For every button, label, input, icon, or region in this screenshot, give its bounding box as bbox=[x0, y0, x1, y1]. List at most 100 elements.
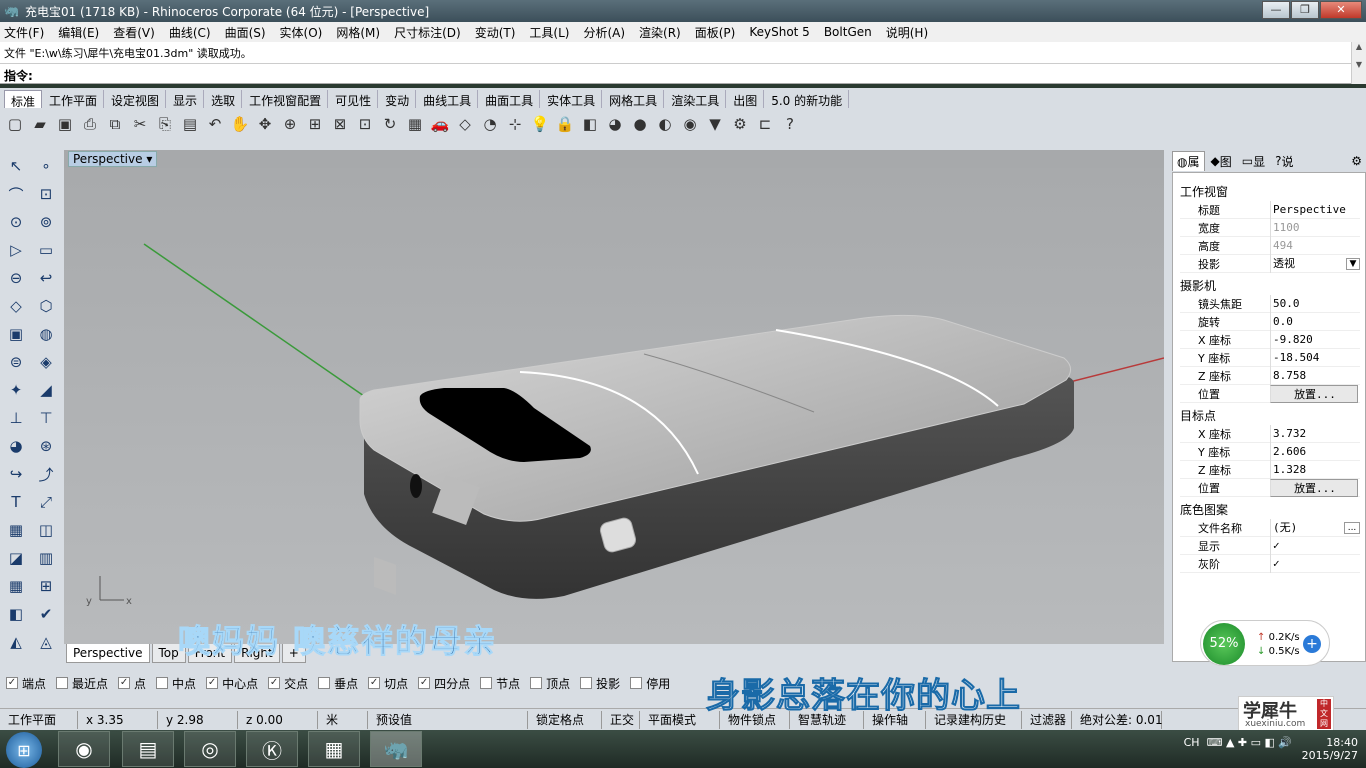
toolbar-tab[interactable]: 实体工具 bbox=[541, 90, 603, 108]
property-row[interactable]: 显示 ✓ bbox=[1180, 536, 1360, 555]
property-value[interactable]: ✓ bbox=[1270, 554, 1360, 573]
place-button[interactable]: 放置... bbox=[1270, 384, 1358, 403]
left-tool-icon[interactable]: ◪ bbox=[2, 544, 30, 572]
accelerate-plus-icon[interactable]: + bbox=[1303, 635, 1321, 653]
left-tool-icon[interactable]: ⊡ bbox=[32, 180, 60, 208]
property-value[interactable]: (无) bbox=[1270, 518, 1344, 537]
osnap-option[interactable]: ✓ 中心点 bbox=[206, 675, 258, 692]
menu-item[interactable]: 实体(O) bbox=[280, 24, 323, 41]
menu-item[interactable]: 编辑(E) bbox=[58, 24, 99, 41]
property-value[interactable]: 3.732 bbox=[1270, 424, 1360, 443]
menu-item[interactable]: 说明(H) bbox=[886, 24, 928, 41]
left-tool-icon[interactable]: ⊞ bbox=[32, 572, 60, 600]
light-icon[interactable]: 💡 bbox=[529, 113, 551, 135]
viewport-name-label[interactable]: Perspective ▾ bbox=[68, 151, 158, 167]
property-row[interactable]: 位置 放置... bbox=[1180, 478, 1360, 497]
left-tool-icon[interactable]: ✔ bbox=[32, 600, 60, 628]
zoom-icon[interactable]: ⊕ bbox=[279, 113, 301, 135]
property-row[interactable]: 标题 Perspective bbox=[1180, 200, 1360, 219]
toolbar-tab[interactable]: 出图 bbox=[727, 90, 765, 108]
osnap-option[interactable]: ✓ 四分点 bbox=[418, 675, 470, 692]
left-tool-icon[interactable]: ⊛ bbox=[32, 432, 60, 460]
taskbar-explorer-icon[interactable]: ▤ bbox=[122, 731, 174, 767]
left-tool-icon[interactable]: ⊙ bbox=[2, 208, 30, 236]
checkbox-icon[interactable]: ✓ bbox=[368, 677, 381, 689]
circle-tool-icon[interactable]: ◔ bbox=[479, 113, 501, 135]
flow-icon[interactable]: ⊏ bbox=[754, 113, 776, 135]
menu-item[interactable]: 渲染(R) bbox=[639, 24, 681, 41]
toolbar-tab[interactable]: 曲线工具 bbox=[417, 90, 479, 108]
property-value[interactable]: 2.606 bbox=[1270, 442, 1360, 461]
property-value[interactable]: 494 bbox=[1270, 236, 1360, 255]
left-tool-icon[interactable]: ✦ bbox=[2, 376, 30, 404]
taskbar-rhino-icon[interactable]: 🦏 bbox=[370, 731, 422, 767]
left-tool-icon[interactable]: ∘ bbox=[32, 152, 60, 180]
checkbox-icon[interactable] bbox=[480, 677, 493, 689]
snap-icon[interactable]: ⊹ bbox=[504, 113, 526, 135]
move-view-icon[interactable]: ✥ bbox=[254, 113, 276, 135]
place-button[interactable]: 放置... bbox=[1270, 478, 1358, 497]
property-value[interactable]: 50.0 bbox=[1270, 294, 1360, 313]
property-row[interactable]: Y 座标 2.606 bbox=[1180, 442, 1360, 461]
shade-icon[interactable]: ● bbox=[629, 113, 651, 135]
zoom-selected-icon[interactable]: ⊡ bbox=[354, 113, 376, 135]
cut-icon[interactable]: ✂ bbox=[129, 113, 151, 135]
property-value[interactable]: 8.758 bbox=[1270, 366, 1360, 385]
menu-item[interactable]: 尺寸标注(D) bbox=[394, 24, 461, 41]
property-row[interactable]: 宽度 1100 bbox=[1180, 218, 1360, 237]
property-row[interactable]: 灰阶 ✓ bbox=[1180, 554, 1360, 573]
checkbox-icon[interactable]: ✓ bbox=[6, 677, 18, 689]
property-row[interactable]: Z 座标 1.328 bbox=[1180, 460, 1360, 479]
left-tool-icon[interactable]: ⌒ bbox=[2, 180, 30, 208]
command-prompt[interactable]: 指令: bbox=[0, 64, 1366, 84]
left-tool-icon[interactable]: ▦ bbox=[2, 572, 30, 600]
status-cell[interactable]: 绝对公差: 0.01 bbox=[1072, 710, 1163, 729]
menu-item[interactable]: 网格(M) bbox=[336, 24, 380, 41]
property-value[interactable]: 透视 bbox=[1270, 254, 1346, 273]
left-tool-icon[interactable]: ▷ bbox=[2, 236, 30, 264]
checkbox-icon[interactable] bbox=[56, 677, 69, 689]
cplane-icon[interactable]: ◇ bbox=[454, 113, 476, 135]
select-arrow-icon[interactable]: ▼ bbox=[704, 113, 726, 135]
material-icon[interactable]: ◉ bbox=[679, 113, 701, 135]
property-value[interactable]: 1100 bbox=[1270, 218, 1360, 237]
panel-tab[interactable]: ◍ 属 bbox=[1172, 151, 1205, 171]
menu-item[interactable]: 查看(V) bbox=[113, 24, 155, 41]
minimize-button[interactable]: — bbox=[1262, 1, 1290, 19]
menu-item[interactable]: 曲面(S) bbox=[225, 24, 266, 41]
toolbar-tab[interactable]: 设定视图 bbox=[105, 90, 167, 108]
import-icon[interactable]: ⧉ bbox=[104, 113, 126, 135]
status-cell[interactable]: 米 bbox=[318, 710, 368, 729]
rotate-view-icon[interactable]: ↻ bbox=[379, 113, 401, 135]
property-row[interactable]: X 座标 3.732 bbox=[1180, 424, 1360, 443]
property-value[interactable]: 1.328 bbox=[1270, 460, 1360, 479]
help-icon[interactable]: ? bbox=[779, 113, 801, 135]
four-viewports-icon[interactable]: ▦ bbox=[404, 113, 426, 135]
taskbar-film-app-icon[interactable]: ▦ bbox=[308, 731, 360, 767]
property-value[interactable]: ✓ bbox=[1270, 536, 1360, 555]
left-tool-icon[interactable]: ◕ bbox=[2, 432, 30, 460]
property-row[interactable]: 文件名称 (无)... bbox=[1180, 518, 1360, 537]
power-bank-model[interactable] bbox=[359, 314, 1074, 599]
panel-tab[interactable]: ◆ 图 bbox=[1207, 152, 1236, 171]
viewport-tab[interactable]: Perspective bbox=[66, 644, 150, 663]
menu-item[interactable]: 工具(L) bbox=[529, 24, 569, 41]
status-cell[interactable]: 锁定格点 bbox=[528, 710, 602, 729]
left-tool-icon[interactable]: ◢ bbox=[32, 376, 60, 404]
menu-item[interactable]: 分析(A) bbox=[583, 24, 625, 41]
left-tool-icon[interactable]: ⤴ bbox=[32, 460, 60, 488]
paste-icon[interactable]: ▤ bbox=[179, 113, 201, 135]
checkbox-icon[interactable] bbox=[630, 677, 643, 689]
checkbox-icon[interactable]: ✓ bbox=[118, 677, 131, 689]
open-icon[interactable]: ▰ bbox=[29, 113, 51, 135]
perspective-viewport[interactable]: x y bbox=[64, 168, 1164, 644]
left-tool-icon[interactable]: ↪ bbox=[2, 460, 30, 488]
settings-gear-icon[interactable]: ⚙ bbox=[729, 113, 751, 135]
left-tool-icon[interactable]: ⊖ bbox=[2, 264, 30, 292]
left-tool-icon[interactable]: ◫ bbox=[32, 516, 60, 544]
status-cell[interactable]: 预设值 bbox=[368, 710, 528, 729]
status-cell[interactable]: y 2.98 bbox=[158, 710, 238, 729]
property-row[interactable]: 高度 494 bbox=[1180, 236, 1360, 255]
osnap-option[interactable]: ✓ 交点 bbox=[268, 675, 308, 692]
checkbox-icon[interactable]: ✓ bbox=[268, 677, 281, 689]
